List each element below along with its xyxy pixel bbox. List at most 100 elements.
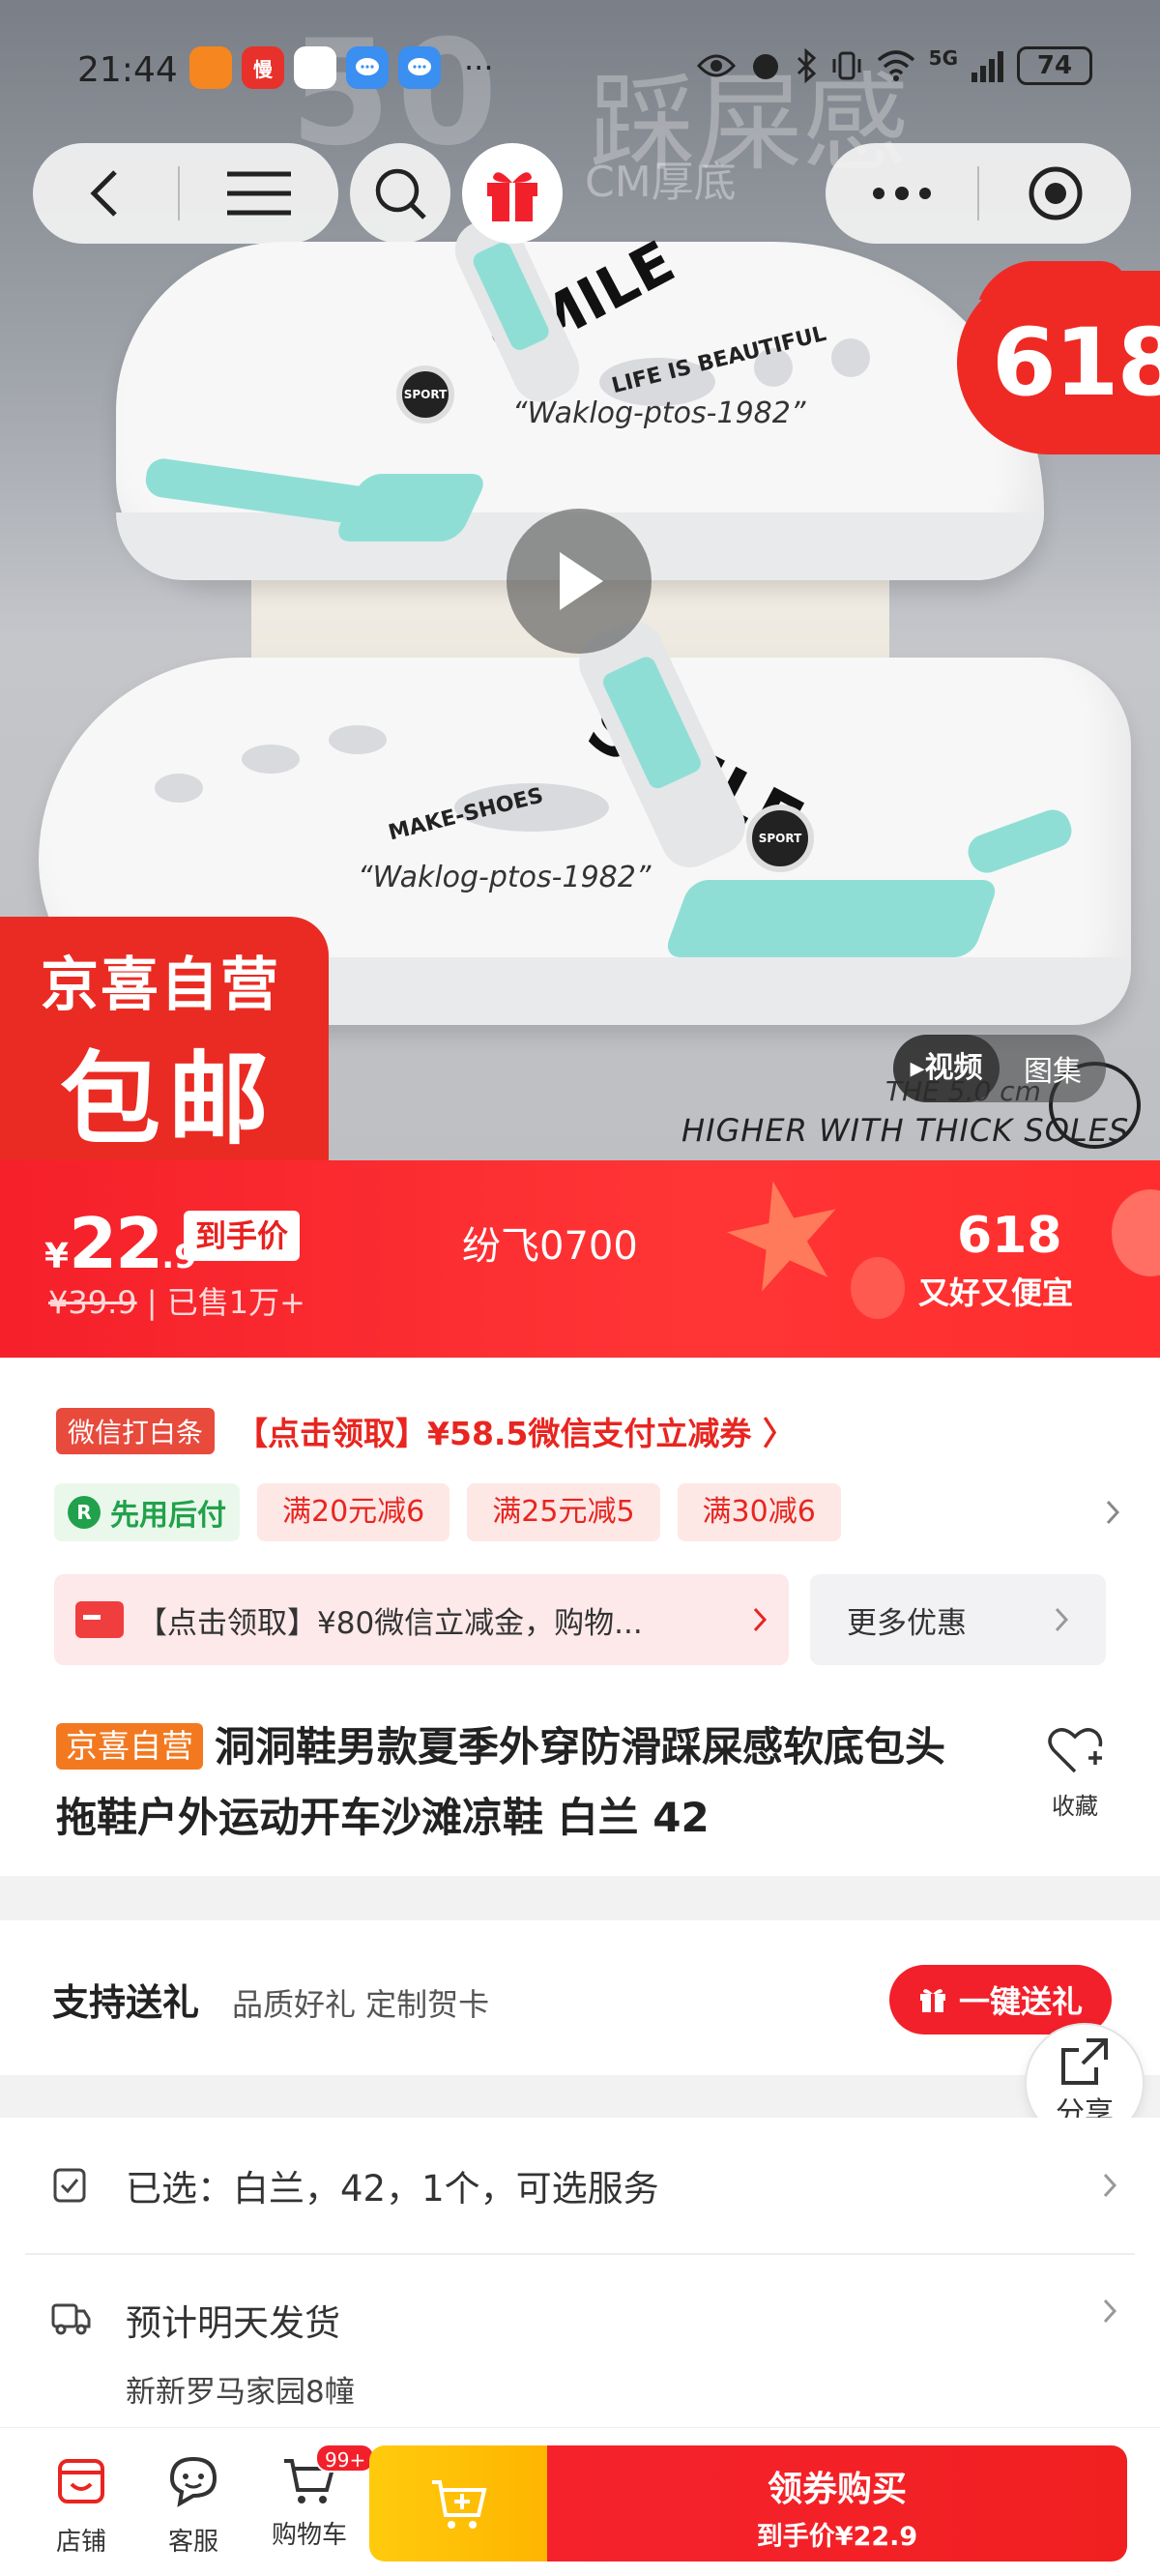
status-indicators: 5G 74 [696,46,1092,85]
badge-618-text: 618 [992,308,1160,417]
cart-button[interactable]: 99+ 购物车 [261,2444,376,2551]
favorite-button[interactable]: 收藏 [1046,1725,1104,1821]
selected-spec-row[interactable]: 已选：白兰，42，1个，可选服务 [0,2118,1160,2253]
buy-button-label: 领券购买 [767,2470,907,2509]
customer-service-button[interactable]: 客服 [145,2453,242,2558]
media-switch[interactable]: ▸视频 图集 [893,1035,1106,1102]
shoe-model-text-lower: “Waklog-ptos-1982” [358,861,652,894]
wechat-coupon-link[interactable]: 【点击领取】¥58.5微信支付立减券 〉 [236,1408,795,1454]
gift-button[interactable] [462,143,563,244]
product-title: 京喜自营 洞洞鞋男款夏季外穿防滑踩屎感软底包头拖鞋户外运动开车沙滩凉鞋 白兰 42 [56,1712,984,1853]
shipping-estimate[interactable]: 预计明天发货 [126,2294,340,2346]
chevron-right-icon[interactable] [1104,1498,1121,1527]
pinduoduo-app-icon [189,46,232,89]
discount-chip[interactable]: 满25元减5 [467,1483,660,1541]
tab-gallery[interactable]: 图集 [1000,1047,1106,1090]
wechat-credit-row[interactable]: 微信打白条 【点击领取】¥58.5微信支付立减券 〉 [56,1408,795,1454]
jingxi-self-operated-tag: 京喜自营 [56,1723,203,1770]
current-price: ¥ 22 .9 [44,1203,197,1284]
price-sub-line: ¥39.9 | 已售1万+ [48,1278,305,1323]
cashback-text: 【点击领取】¥80微信立减金，购物... [137,1605,643,1641]
promo-free-shipping-tag: 京喜自营 包邮 [0,917,329,1160]
balloon-decoration [851,1257,905,1319]
send-gift-label: 一键送礼 [958,1983,1083,2020]
signal-icon [972,49,1003,82]
cart-label: 购物车 [271,2521,347,2550]
message-app-icon [346,46,389,89]
chevron-right-icon [1055,1607,1069,1632]
discount-chips-row[interactable]: R 先用后付 满20元减6 满25元减5 满30减6 [54,1483,1121,1541]
chevron-right-icon[interactable] [1102,2298,1117,2325]
wechat-credit-tag: 微信打白条 [56,1408,216,1454]
coupon-and-title-card: 微信打白条 【点击领取】¥58.5微信支付立减券 〉 R 先用后付 满20元减6… [0,1358,1160,1876]
more-deals-label: 更多优惠 [847,1605,967,1641]
close-miniprogram-button[interactable] [979,143,1131,244]
shoe-rivet-upper: SPORT [396,366,454,424]
nav-group-left [33,143,338,244]
chevron-right-icon [1103,2173,1117,2198]
gift-icon [919,1989,945,2012]
add-cart-icon [432,2480,487,2529]
alarm-icon [752,54,778,79]
gift-title: 支持送礼 [52,1981,200,2024]
chevron-right-icon [753,1607,768,1632]
gift-subtitle: 品质好礼 定制贺卡 [232,1986,490,2023]
discount-chip[interactable]: 满30减6 [677,1483,841,1541]
price-currency: ¥ [44,1237,70,1276]
selected-spec-text: 已选：白兰，42，1个，可选服务 [126,2168,659,2210]
sale-event-slogan: 又好又便宜 [918,1274,1074,1311]
search-icon [375,168,426,220]
video-play-button[interactable] [507,509,652,654]
original-price: ¥39.9 [48,1284,137,1321]
more-notifications-dots: ··· [464,49,494,86]
price-banner: ¥ 22 .9 到手价 ¥39.9 | 已售1万+ 纷飞0700 618 又好又… [0,1160,1160,1358]
shipping-address[interactable]: 新新罗马家园8幢 [126,2367,355,2411]
price-separator: | [136,1284,167,1321]
back-button[interactable] [33,143,178,244]
promo-line-jingxi: 京喜自营 [41,951,280,1019]
shop-icon [58,2459,104,2503]
wifi-icon [877,50,914,81]
small-goose-app-icon [294,46,336,89]
coupon-buy-button[interactable]: 领券购买 到手价¥22.9 [547,2445,1127,2561]
slow-app-icon: 慢 [242,46,284,89]
wechat-cashback-banner[interactable]: 【点击领取】¥80微信立减金，购物... [54,1574,789,1665]
shop-button[interactable]: 店铺 [33,2453,130,2558]
pay-later-label: 先用后付 [110,1499,226,1533]
tab-video[interactable]: ▸视频 [893,1035,1000,1102]
status-bar: 21:44 慢 ··· 5G 74 [0,0,1160,135]
buy-button-price: 到手价¥22.9 [756,2522,918,2552]
sold-count: 已售1万+ [166,1284,305,1321]
network-type: 5G [928,46,958,70]
heart-plus-icon [1048,1728,1103,1773]
clipboard-check-icon [53,2168,86,2203]
share-icon [1061,2038,1108,2085]
delivery-truck-icon [51,2303,91,2335]
star-decoration [716,1169,854,1306]
target-icon [1029,166,1082,220]
add-to-cart-button[interactable] [369,2445,553,2561]
hamburger-icon [227,171,291,216]
pay-later-icon: R [68,1496,101,1529]
gift-icon [487,172,537,221]
sale-event-title: 618 [957,1207,1062,1265]
more-deals-button[interactable]: 更多优惠 [810,1574,1106,1665]
menu-button[interactable] [180,143,338,244]
seller-id: 纷飞0700 [462,1224,638,1269]
more-options-button[interactable] [826,143,977,244]
balloon-decoration-2 [1112,1189,1160,1276]
eye-icon [696,54,736,77]
pay-later-chip[interactable]: R 先用后付 [54,1483,240,1541]
favorite-label: 收藏 [1052,1793,1098,1820]
search-button[interactable] [350,143,450,244]
customer-service-label: 客服 [167,2528,218,2557]
divider [25,2253,1135,2255]
status-time: 21:44 [77,50,178,90]
notification-app-icons: 慢 ··· [189,46,494,89]
bluetooth-icon [797,48,816,83]
discount-chip[interactable]: 满20元减6 [257,1483,450,1541]
cart-icon-wrapper: 99+ [282,2444,376,2507]
chevron-left-icon [90,170,117,217]
spec-shipping-card: 已选：白兰，42，1个，可选服务 预计明天发货 新新罗马家园8幢 [0,2118,1160,2456]
badge-618: 618 [957,271,1160,454]
